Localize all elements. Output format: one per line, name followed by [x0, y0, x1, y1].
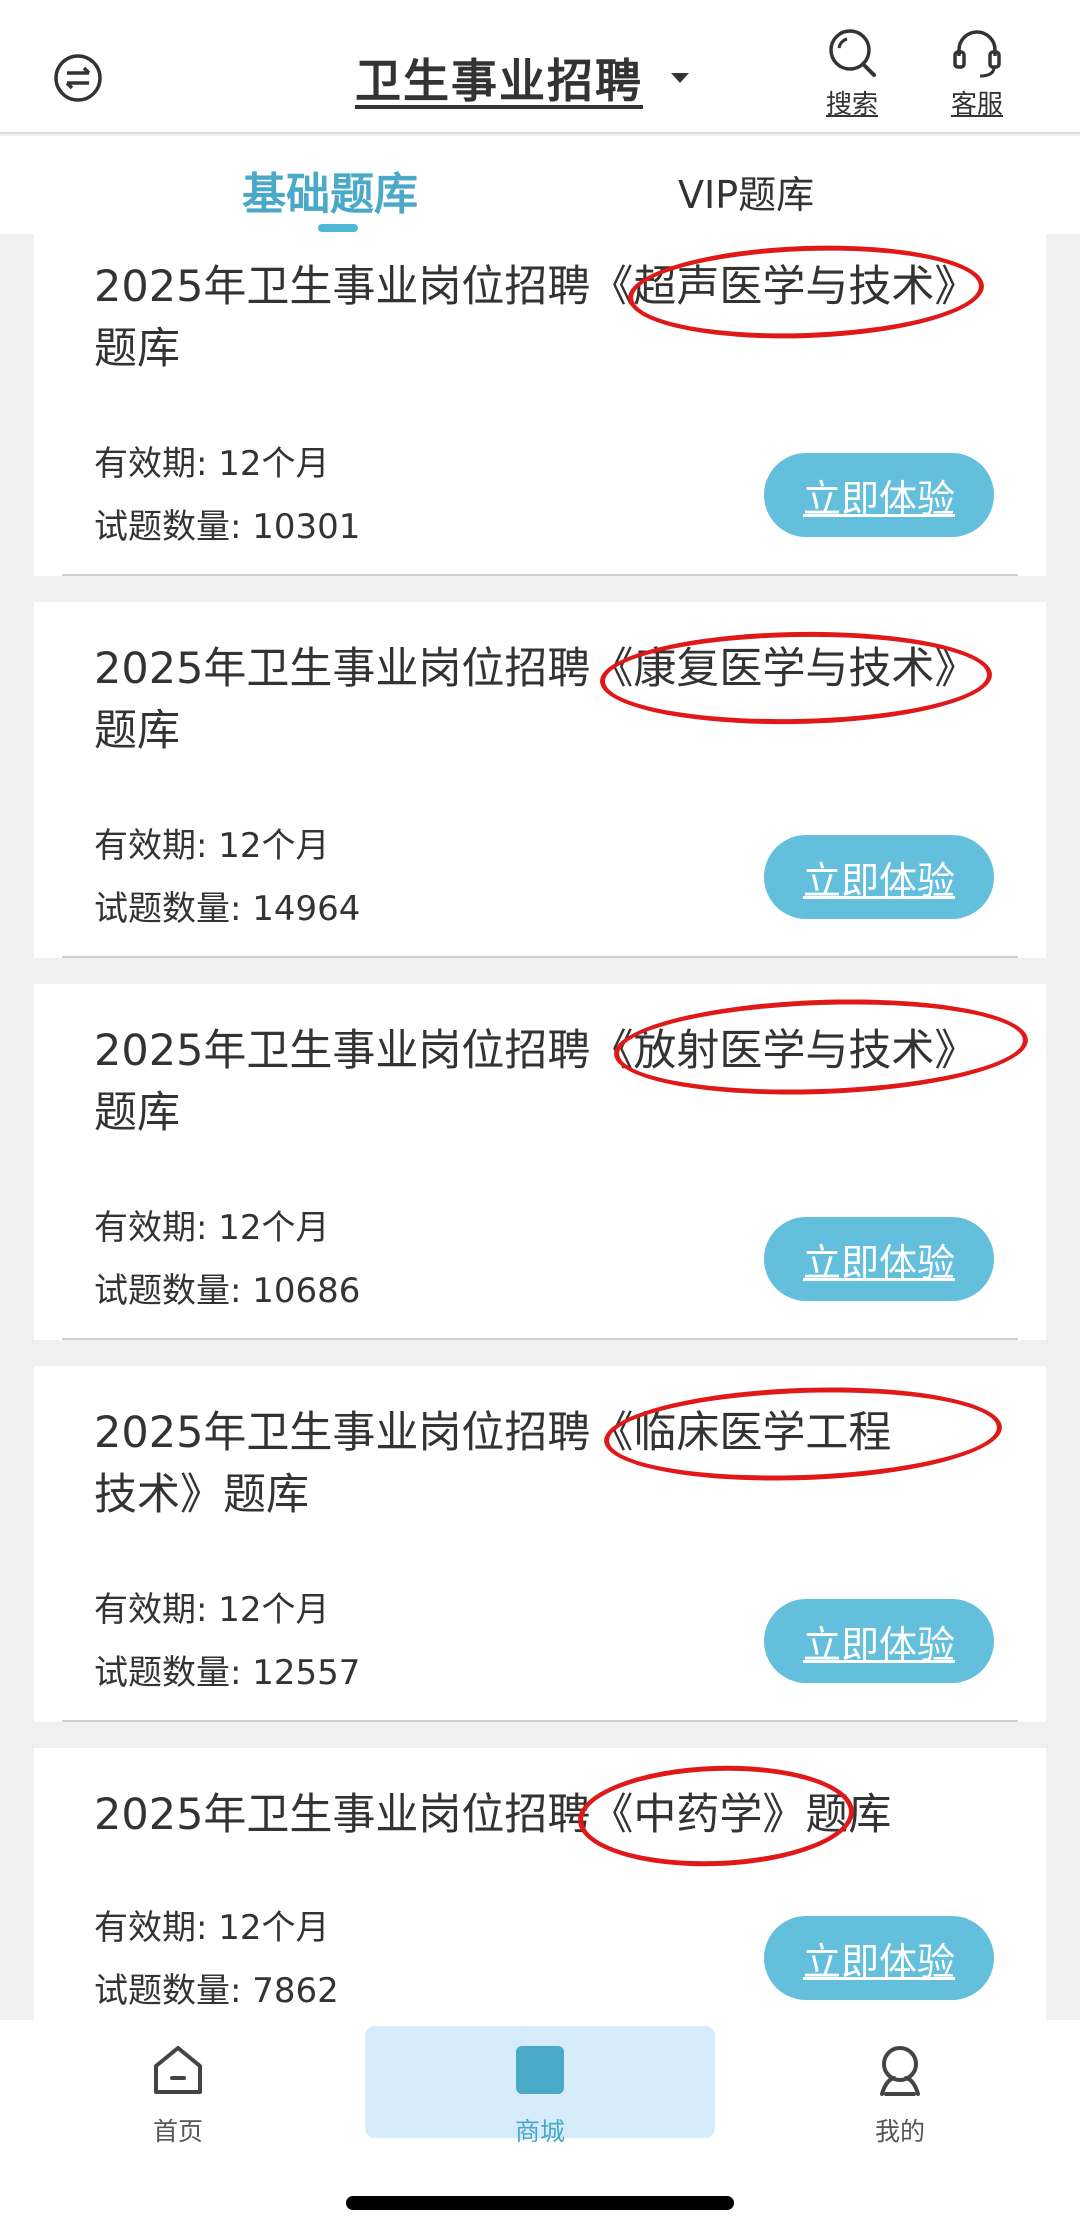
tab-bar: 基础题库 VIP题库 — [0, 136, 1080, 234]
app-header: 卫生事业招聘 搜索 客服 — [0, 0, 1080, 134]
card-title: 2025年卫生事业岗位招聘《中药学》题库 — [94, 1790, 892, 1840]
list-item: 2025年卫生事业岗位招聘《康复医学与技术》题库 有效期: 12个月 试题数量:… — [34, 602, 1046, 958]
search-icon — [829, 29, 876, 77]
card-question-count: 试题数量: 10301 — [94, 507, 361, 547]
question-bank-list[interactable]: 2025年卫生事业岗位招聘《超声医学与技术》题库 有效期: 12个月 试题数量:… — [0, 234, 1080, 2020]
search-label: 搜索 — [825, 90, 878, 120]
customer-service-button[interactable]: 客服 — [942, 26, 1012, 126]
nav-mine-label: 我的 — [874, 2117, 925, 2146]
card-title: 2025年卫生事业岗位招聘《超声医学与技术》题库 — [94, 262, 978, 374]
card-validity: 有效期: 12个月 — [94, 444, 330, 484]
card-title: 2025年卫生事业岗位招聘《临床医学工程技术》题库 — [94, 1408, 892, 1520]
card-question-count: 试题数量: 7862 — [94, 1971, 339, 2011]
try-now-button[interactable]: 立即体验 — [764, 453, 994, 537]
list-item: 2025年卫生事业岗位招聘《放射医学与技术》题库 有效期: 12个月 试题数量:… — [34, 984, 1046, 1340]
nav-mall-label: 商城 — [514, 2117, 565, 2146]
home-indicator — [346, 2196, 734, 2210]
card-validity: 有效期: 12个月 — [94, 1590, 330, 1630]
page-title: 卫生事业招聘 — [355, 54, 643, 108]
switch-menu-button[interactable] — [52, 52, 104, 104]
divider — [62, 1338, 1018, 1340]
try-now-button[interactable]: 立即体验 — [764, 835, 994, 919]
try-now-button[interactable]: 立即体验 — [764, 1916, 994, 2000]
service-label: 客服 — [950, 90, 1003, 120]
list-item: 2025年卫生事业岗位招聘《中药学》题库 有效期: 12个月 试题数量: 786… — [34, 1748, 1046, 2020]
nav-home-label: 首页 — [152, 2117, 203, 2146]
try-now-button[interactable]: 立即体验 — [764, 1599, 994, 1683]
tab-vip-bank[interactable]: VIP题库 — [678, 164, 814, 219]
search-button[interactable]: 搜索 — [817, 26, 887, 126]
headset-icon — [953, 30, 1001, 78]
home-icon — [154, 2046, 202, 2094]
active-tab-indicator — [318, 224, 358, 232]
category-selector[interactable]: 卫生事业招聘 — [355, 48, 689, 108]
card-title: 2025年卫生事业岗位招聘《康复医学与技术》题库 — [94, 644, 978, 756]
card-title: 2025年卫生事业岗位招聘《放射医学与技术》题库 — [94, 1026, 978, 1138]
divider — [62, 956, 1018, 958]
tab-basic-bank[interactable]: 基础题库 — [242, 158, 418, 222]
user-icon — [880, 2046, 920, 2096]
nav-mine[interactable]: 我的 — [800, 2042, 1000, 2162]
card-validity: 有效期: 12个月 — [94, 1208, 330, 1248]
list-item: 2025年卫生事业岗位招聘《超声医学与技术》题库 有效期: 12个月 试题数量:… — [34, 234, 1046, 576]
card-question-count: 试题数量: 14964 — [94, 889, 361, 929]
mall-icon — [516, 2046, 564, 2094]
card-validity: 有效期: 12个月 — [94, 1908, 330, 1948]
card-validity: 有效期: 12个月 — [94, 826, 330, 866]
nav-home[interactable]: 首页 — [78, 2042, 278, 2162]
divider — [62, 574, 1018, 576]
card-question-count: 试题数量: 12557 — [94, 1653, 361, 1693]
list-item: 2025年卫生事业岗位招聘《临床医学工程技术》题库 有效期: 12个月 试题数量… — [34, 1366, 1046, 1722]
card-question-count: 试题数量: 10686 — [94, 1271, 361, 1311]
caret-down-icon — [671, 73, 689, 83]
divider — [62, 1720, 1018, 1722]
switch-icon — [54, 54, 102, 102]
try-now-button[interactable]: 立即体验 — [764, 1217, 994, 1301]
nav-mall[interactable]: 商城 — [440, 2042, 640, 2162]
